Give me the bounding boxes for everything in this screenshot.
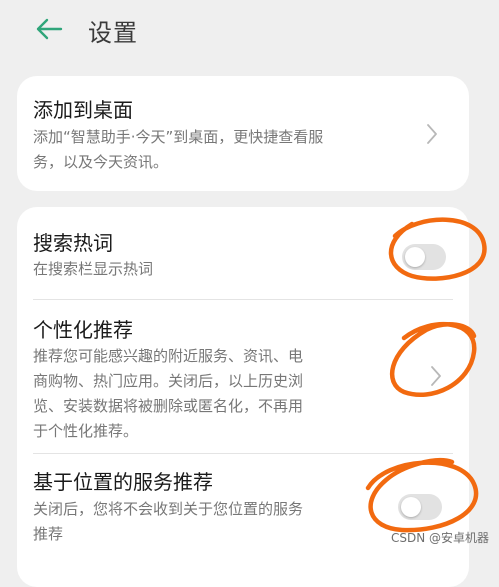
location-service-desc-line2: 推荐 bbox=[33, 525, 64, 543]
location-service-desc-line1: 关闭后，您将不会收到关于您位置的服务 bbox=[33, 500, 304, 518]
back-arrow-icon[interactable] bbox=[34, 14, 64, 44]
search-hotwords-title: 搜索热词 bbox=[33, 231, 113, 255]
personalized-desc-line3: 览、安装数据将被删除或匿名化，不再用 bbox=[33, 397, 304, 415]
location-service-row[interactable]: 基于位置的服务推荐 关闭后，您将不会收到关于您位置的服务 推荐 bbox=[17, 454, 469, 564]
personalized-title: 个性化推荐 bbox=[33, 318, 133, 342]
personalized-desc-line4: 于个性化推荐。 bbox=[33, 422, 139, 440]
location-service-title: 基于位置的服务推荐 bbox=[33, 470, 213, 494]
chevron-right-icon bbox=[427, 124, 437, 144]
location-service-toggle[interactable] bbox=[398, 494, 442, 520]
add-to-desktop-card[interactable]: 添加到桌面 添加“智慧助手·今天”到桌面，更快捷查看服 务，以及今天资讯。 bbox=[17, 76, 469, 191]
page-title: 设置 bbox=[88, 19, 138, 47]
toggle-knob bbox=[405, 247, 425, 267]
personalized-desc-line1: 推荐您可能感兴趣的附近服务、资讯、电 bbox=[33, 347, 304, 365]
add-to-desktop-desc-line1: 添加“智慧助手·今天”到桌面，更快捷查看服 bbox=[33, 128, 324, 146]
search-hotwords-row[interactable]: 搜索热词 在搜索栏显示热词 bbox=[17, 207, 469, 299]
search-hotwords-desc: 在搜索栏显示热词 bbox=[33, 260, 154, 278]
watermark: CSDN @安卓机器 bbox=[390, 531, 489, 545]
app-header: 设置 bbox=[0, 0, 499, 62]
search-hotwords-toggle[interactable] bbox=[402, 244, 446, 270]
toggle-knob bbox=[401, 497, 421, 517]
personalized-desc-line2: 商购物、热门应用。关闭后，以上历史浏 bbox=[33, 372, 304, 390]
add-to-desktop-desc-line2: 务，以及今天资讯。 bbox=[33, 153, 169, 171]
add-to-desktop-title: 添加到桌面 bbox=[33, 98, 133, 122]
personalized-row[interactable]: 个性化推荐 推荐您可能感兴趣的附近服务、资讯、电 商购物、热门应用。关闭后，以上… bbox=[17, 300, 469, 452]
chevron-right-icon bbox=[431, 366, 441, 386]
